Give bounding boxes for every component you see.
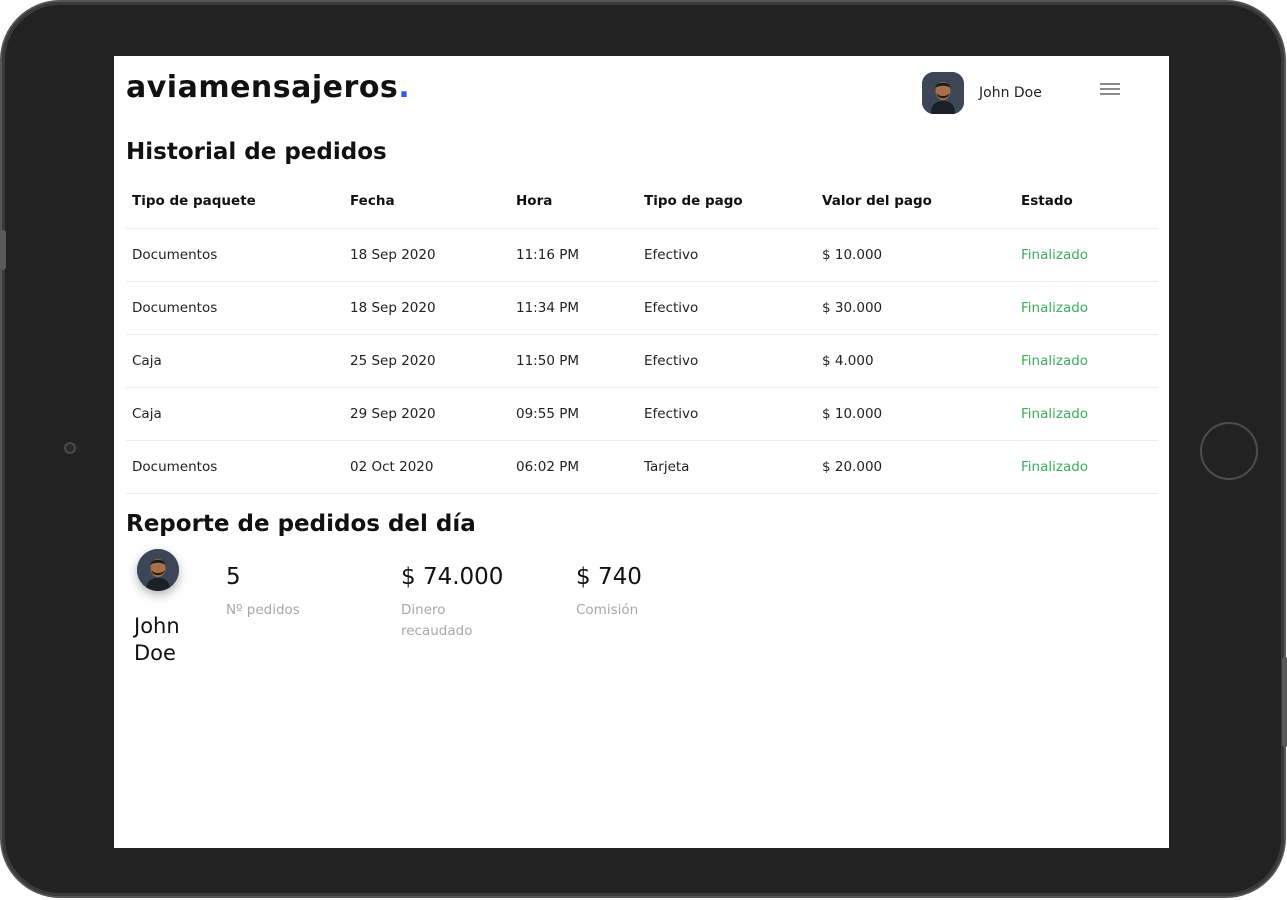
- history-title: Historial de pedidos: [126, 139, 387, 165]
- avatar[interactable]: [922, 72, 964, 114]
- cell-payment-type: Efectivo: [638, 334, 816, 388]
- stat-commission: $ 740 Comisión: [576, 564, 676, 621]
- cell-date: 25 Sep 2020: [344, 334, 510, 388]
- cell-payment-value: $ 30.000: [816, 281, 1015, 335]
- column-header-package-type: Tipo de paquete: [126, 174, 344, 229]
- stat-label: Dinero recaudado: [401, 602, 473, 639]
- avatar: [137, 549, 179, 591]
- orders-table: Tipo de paquete Fecha Hora Tipo de pago …: [126, 174, 1158, 494]
- cell-payment-value: $ 4.000: [816, 334, 1015, 388]
- cell-package-type: Documentos: [126, 281, 344, 335]
- report-title: Reporte de pedidos del día: [126, 511, 476, 537]
- stat-label: Nº pedidos: [226, 602, 300, 618]
- column-header-payment-value: Valor del pago: [816, 174, 1015, 229]
- cell-package-type: Documentos: [126, 440, 344, 494]
- stat-label: Comisión: [576, 602, 639, 618]
- cell-payment-type: Efectivo: [638, 387, 816, 441]
- report-user: John Doe: [134, 549, 204, 667]
- table-row[interactable]: Documentos 18 Sep 2020 11:16 PM Efectivo…: [126, 228, 1158, 282]
- stat-value: $ 740: [576, 564, 642, 590]
- logo-dot: .: [398, 70, 411, 105]
- stat-value: $ 74.000: [401, 564, 504, 590]
- table-row[interactable]: Caja 29 Sep 2020 09:55 PM Efectivo $ 10.…: [126, 387, 1158, 441]
- status-badge: Finalizado: [1015, 440, 1158, 494]
- table-row[interactable]: Caja 25 Sep 2020 11:50 PM Efectivo $ 4.0…: [126, 334, 1158, 388]
- home-button[interactable]: [1200, 422, 1258, 480]
- status-badge: Finalizado: [1015, 334, 1158, 388]
- cell-payment-value: $ 10.000: [816, 228, 1015, 282]
- cell-date: 18 Sep 2020: [344, 281, 510, 335]
- cell-package-type: Caja: [126, 387, 344, 441]
- cell-package-type: Caja: [126, 334, 344, 388]
- cell-time: 11:50 PM: [510, 334, 638, 388]
- app-logo[interactable]: aviamensajeros.: [126, 70, 410, 105]
- column-header-date: Fecha: [344, 174, 510, 229]
- cell-date: 18 Sep 2020: [344, 228, 510, 282]
- cell-date: 02 Oct 2020: [344, 440, 510, 494]
- cell-time: 06:02 PM: [510, 440, 638, 494]
- column-header-payment-type: Tipo de pago: [638, 174, 816, 229]
- report-user-name: John Doe: [134, 614, 180, 665]
- stat-money-collected: $ 74.000 Dinero recaudado: [401, 564, 503, 642]
- person-avatar-icon: [137, 549, 179, 591]
- cell-payment-type: Efectivo: [638, 228, 816, 282]
- person-avatar-icon: [922, 72, 964, 114]
- cell-payment-type: Efectivo: [638, 281, 816, 335]
- status-badge: Finalizado: [1015, 387, 1158, 441]
- cell-payment-value: $ 20.000: [816, 440, 1015, 494]
- stat-value: 5: [226, 564, 241, 590]
- hamburger-menu-icon[interactable]: [1100, 83, 1120, 99]
- cell-package-type: Documentos: [126, 228, 344, 282]
- column-header-time: Hora: [510, 174, 638, 229]
- table-row[interactable]: Documentos 02 Oct 2020 06:02 PM Tarjeta …: [126, 440, 1158, 494]
- app-screen: aviamensajeros. John Doe Historial de pe…: [114, 56, 1169, 848]
- volume-button: [0, 230, 6, 270]
- cell-payment-value: $ 10.000: [816, 387, 1015, 441]
- cell-time: 09:55 PM: [510, 387, 638, 441]
- column-header-status: Estado: [1015, 174, 1158, 229]
- status-badge: Finalizado: [1015, 281, 1158, 335]
- status-badge: Finalizado: [1015, 228, 1158, 282]
- cell-payment-type: Tarjeta: [638, 440, 816, 494]
- user-name: John Doe: [979, 85, 1042, 101]
- side-button: [1282, 657, 1287, 747]
- camera-icon: [64, 442, 76, 454]
- table-header-row: Tipo de paquete Fecha Hora Tipo de pago …: [126, 174, 1158, 229]
- table-row[interactable]: Documentos 18 Sep 2020 11:34 PM Efectivo…: [126, 281, 1158, 335]
- cell-date: 29 Sep 2020: [344, 387, 510, 441]
- user-profile[interactable]: John Doe: [922, 72, 1042, 114]
- cell-time: 11:34 PM: [510, 281, 638, 335]
- logo-text: aviamensajeros: [126, 70, 399, 105]
- cell-time: 11:16 PM: [510, 228, 638, 282]
- stat-orders-count: 5 Nº pedidos: [226, 564, 326, 621]
